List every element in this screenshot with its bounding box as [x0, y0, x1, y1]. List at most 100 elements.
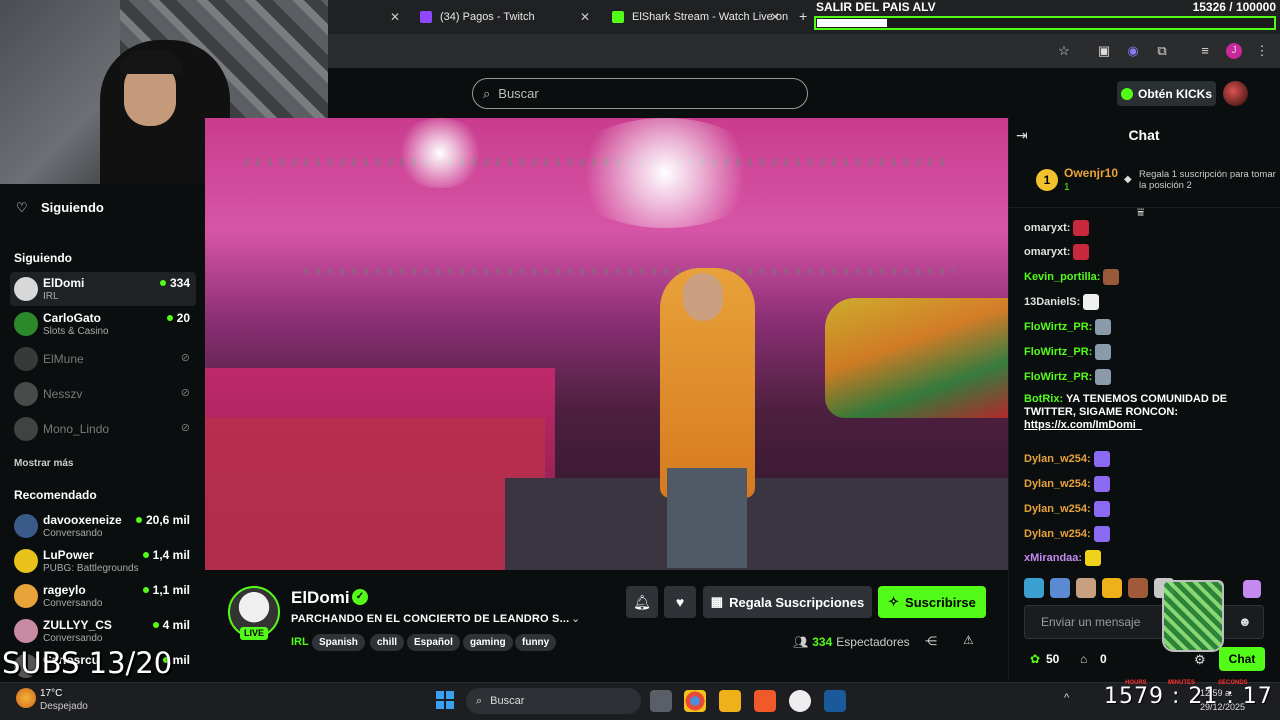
emote-icon[interactable] [1024, 578, 1044, 598]
notification-bell-button[interactable]: 🔔︎ [626, 586, 658, 618]
sidebar-channel-davooxeneize[interactable]: davooxeneize Conversando 20,6 mil [10, 509, 196, 543]
gift-prompt-text: Regala 1 suscripción para tomar la posic… [1139, 169, 1276, 191]
extensions-icon[interactable]: ⧉ [1154, 43, 1170, 59]
viewer-count: 334 [159, 276, 190, 290]
avatar [14, 347, 38, 371]
filter-icon[interactable]: ⩸ [1137, 205, 1144, 220]
tag-chip[interactable]: gaming [463, 634, 513, 651]
sidebar-channel-rageylo[interactable]: rageylo Conversando 1,1 mil [10, 579, 196, 613]
chat-username[interactable]: 13DanielS: [1024, 296, 1080, 308]
emote-icon[interactable] [1128, 578, 1148, 598]
profile-icon[interactable]: J [1226, 43, 1242, 59]
report-icon[interactable]: ⚠ [963, 633, 974, 647]
chat-message: Dylan_w254: [1024, 501, 1260, 517]
star-icon[interactable]: ☆ [1056, 43, 1072, 59]
file-explorer-icon[interactable] [719, 690, 741, 712]
brave-icon[interactable] [754, 690, 776, 712]
chat-username[interactable]: Dylan_w254: [1024, 503, 1091, 515]
browser-tab-partial[interactable]: ✕ [360, 4, 408, 30]
gift-subs-button[interactable]: ▦ Regala Suscripciones [703, 586, 872, 618]
emote-icon [1093, 476, 1110, 492]
sidebar-channel-mono-lindo[interactable]: Mono_Lindo ⊘ [10, 412, 196, 446]
chat-input[interactable]: Enviar un mensaje [1024, 605, 1264, 639]
follow-button[interactable]: ♥ [664, 586, 696, 618]
sidebar-channel-lupower[interactable]: LuPower PUBG: Battlegrounds 1,4 mil [10, 544, 196, 578]
close-tab-icon[interactable]: ✕ [770, 10, 780, 24]
chrome-icon[interactable] [684, 690, 706, 712]
emoji-icon[interactable]: ☻ [1238, 614, 1252, 629]
sidebar-channel-nesszv[interactable]: Nesszv ⊘ [10, 377, 196, 411]
chevron-up-icon[interactable]: ^ [1064, 692, 1069, 704]
reading-list-icon[interactable]: ≡ [1197, 43, 1213, 59]
timer-minutes-label: MINUTES [1168, 680, 1195, 686]
share-icon[interactable]: ⋲ [925, 634, 937, 648]
task-view-icon[interactable] [650, 690, 672, 712]
channel-category: Conversando [43, 528, 103, 539]
close-tab-icon[interactable]: ✕ [390, 10, 400, 24]
chat-username[interactable]: Dylan_w254: [1024, 478, 1091, 490]
search-input[interactable]: ⌕ Buscar [472, 78, 808, 109]
vpn-icon[interactable]: ◉ [1125, 43, 1141, 59]
emote-icon[interactable] [1050, 578, 1070, 598]
streamer-name[interactable]: ElDomi [291, 588, 350, 608]
rank-medal: 1 [1036, 169, 1058, 191]
channel-points[interactable]: 50 [1046, 652, 1059, 666]
media-icon[interactable]: ▣ [1096, 43, 1112, 59]
discord-icon[interactable] [789, 690, 811, 712]
subscribe-button[interactable]: ✧ Suscribirse [878, 586, 986, 618]
tag-chip[interactable]: Spanish [312, 634, 365, 651]
plus-icon[interactable]: + [799, 8, 807, 24]
gear-icon[interactable]: ⚙ [1194, 652, 1206, 668]
tag-chip[interactable]: chill [370, 634, 405, 651]
following-nav-label[interactable]: Siguiendo [41, 200, 104, 215]
chat-username[interactable]: FloWirtz_PR: [1024, 346, 1092, 358]
windows-start-icon[interactable] [436, 691, 454, 709]
weather-icon[interactable] [16, 688, 36, 708]
steam-icon[interactable] [824, 690, 846, 712]
taskbar-search[interactable]: ⌕ Buscar [466, 688, 641, 714]
tag-chip[interactable]: funny [515, 634, 557, 651]
chat-link[interactable]: https://x.com/ImDomi_ [1024, 419, 1142, 431]
chat-username[interactable]: Dylan_w254: [1024, 453, 1091, 465]
sidebar-channel-elmune[interactable]: ElMune ⊘ [10, 342, 196, 376]
tag-chip[interactable]: Español [407, 634, 460, 651]
kebab-menu-icon[interactable]: ⋮ [1254, 43, 1270, 59]
chat-username[interactable]: omaryxt: [1024, 246, 1070, 258]
show-more-link[interactable]: Mostrar más [14, 458, 73, 469]
emote-icon[interactable] [1102, 578, 1122, 598]
chat-send-button[interactable]: Chat [1219, 647, 1265, 671]
emote-icon[interactable] [1243, 580, 1261, 598]
sidebar-channel-eldomi[interactable]: ElDomi IRL 334 [10, 272, 196, 306]
clock-date: 29/12/2025 [1200, 702, 1246, 712]
twitch-favicon-icon [420, 11, 432, 23]
chat-username[interactable]: FloWirtz_PR: [1024, 321, 1092, 333]
user-avatar[interactable] [1223, 81, 1248, 106]
sidebar-channel-zullyy-cs[interactable]: ZULLYY_CS Conversando 4 mil [10, 614, 196, 648]
get-kicks-button[interactable]: Obtén KICKs [1117, 81, 1216, 106]
chat-username[interactable]: Dylan_w254: [1024, 528, 1091, 540]
chat-message: FloWirtz_PR: [1024, 319, 1260, 335]
kick-favicon-icon [612, 11, 624, 23]
chat-username[interactable]: FloWirtz_PR: [1024, 371, 1092, 383]
goal-count: 15326 / 100000 [1192, 0, 1276, 14]
chat-username[interactable]: BotRix: [1024, 393, 1063, 405]
chevron-down-icon[interactable]: ⌄ [571, 612, 580, 625]
emote-icon[interactable] [1076, 578, 1096, 598]
sidebar-channel-carlogato[interactable]: CarloGato Slots & Casino 20 [10, 307, 196, 341]
timer-seconds-label: SECONDS [1218, 680, 1248, 686]
video-player[interactable] [205, 118, 1008, 570]
heart-icon: ♡ [16, 200, 28, 215]
browser-tab-twitch[interactable]: (34) Pagos - Twitch ✕ [420, 4, 600, 30]
close-tab-icon[interactable]: ✕ [580, 10, 590, 24]
viewer-count: 20,6 mil [135, 513, 190, 527]
top-gifter-name[interactable]: Owenjr10 [1064, 166, 1118, 180]
browser-tab-kick[interactable]: ElShark Stream - Watch Live on ✕ [612, 4, 792, 30]
avatar [14, 619, 38, 643]
chat-username[interactable]: omaryxt: [1024, 222, 1070, 234]
chat-username[interactable]: xMirandaa: [1024, 552, 1082, 564]
chat-username[interactable]: Kevin_portilla: [1024, 271, 1100, 283]
video-stage [505, 478, 1008, 570]
offline-icon: ⊘ [180, 387, 190, 399]
gift-icon: ▦ [710, 594, 724, 609]
stream-category[interactable]: IRL [291, 636, 309, 648]
